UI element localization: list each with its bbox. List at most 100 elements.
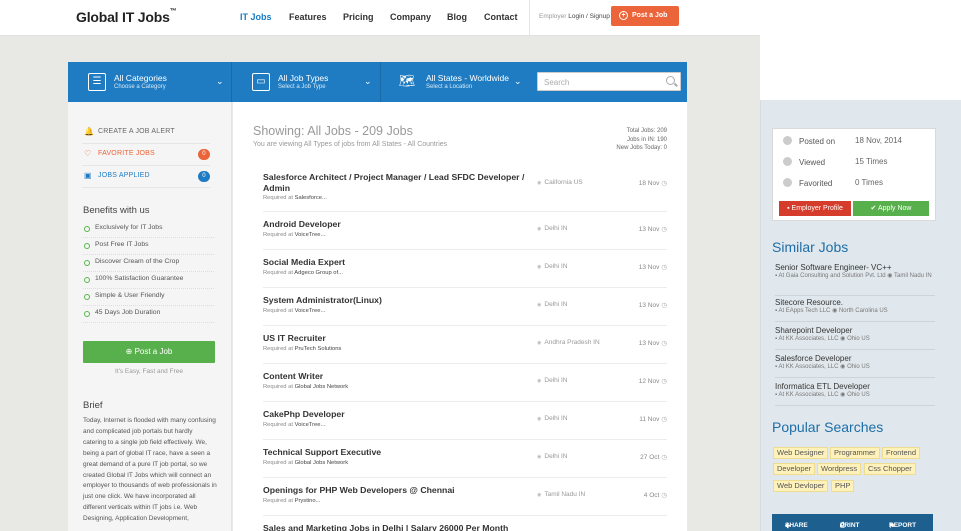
similar-job-item[interactable]: Informatica ETL Developer ▪ At KK Associ…	[775, 382, 935, 406]
company-name[interactable]: Global Jobs Network	[295, 460, 348, 466]
posted-on-label: Posted on	[799, 137, 836, 146]
benefit-item: 100% Satisfaction Guarantee	[83, 272, 214, 289]
similar-job-item[interactable]: Salesforce Developer ▪ At KK Associates,…	[775, 354, 935, 378]
similar-job-meta: ▪ At EApps Tech LLC ◉ North Carolina US	[775, 308, 935, 316]
job-date: 12 Nov	[639, 377, 667, 385]
benefit-item: 45 Days Job Duration	[83, 306, 214, 323]
heart-icon	[783, 178, 792, 187]
company-name[interactable]: Adgeco Group of...	[294, 270, 343, 276]
favorited-value: 0 Times	[855, 178, 884, 187]
showing-count: All Jobs - 209 Jobs	[307, 124, 413, 138]
search-tag[interactable]: PHP	[831, 480, 855, 492]
job-title[interactable]: Content Writer	[263, 371, 533, 382]
search-input[interactable]: Search	[537, 72, 681, 91]
similar-job-company: At Gaia Consulting and Solution Pvt. Ltd	[778, 273, 886, 279]
job-row[interactable]: Sales and Marketing Jobs in Delhi | Sala…	[263, 523, 667, 531]
required-prefix: Required at	[263, 270, 293, 276]
job-location: California US	[537, 179, 582, 186]
job-title[interactable]: Openings for PHP Web Developers @ Chenna…	[263, 485, 533, 496]
company-name[interactable]: PruTech Solutions	[295, 346, 342, 352]
chevron-down-icon: ⌄	[364, 76, 372, 86]
company-name[interactable]: Salesforce...	[295, 195, 327, 201]
posted-on-value: 18 Nov, 2014	[855, 136, 902, 145]
employer-profile-button[interactable]: ▪ Employer Profile	[779, 201, 851, 216]
similar-job-title[interactable]: Informatica ETL Developer	[775, 382, 935, 391]
favorite-count-badge: 0	[198, 149, 210, 160]
job-row[interactable]: US IT Recruiter Required at PruTech Solu…	[263, 333, 667, 364]
job-date: 13 Nov	[639, 301, 667, 309]
job-title[interactable]: Sales and Marketing Jobs in Delhi | Sala…	[263, 523, 563, 531]
job-title[interactable]: US IT Recruiter	[263, 333, 533, 344]
location-filter[interactable]: 🗺 All States - Worldwide Select a Locati…	[381, 62, 530, 102]
job-type-filter[interactable]: ▭ All Job Types Select a Job Type ⌄	[232, 62, 381, 102]
bell-icon: 🔔	[84, 127, 95, 136]
benefits-heading: Benefits with us	[83, 205, 150, 216]
similar-job-item[interactable]: Senior Software Engineer- VC++ ▪ At Gaia…	[775, 263, 935, 296]
briefcase-icon: ▭	[252, 73, 270, 91]
similar-job-title[interactable]: Sharepoint Developer	[775, 326, 935, 335]
popular-searches-heading: Popular Searches	[772, 419, 884, 435]
category-filter[interactable]: ☰ All Categories Choose a Category ⌄	[68, 62, 232, 102]
similar-job-location: Tamil Nadu IN	[894, 273, 932, 279]
company-name[interactable]: VoiceTree...	[295, 308, 326, 314]
nav-blog[interactable]: Blog	[447, 12, 467, 22]
search-tag[interactable]: Developer	[773, 463, 816, 475]
create-job-alert-link[interactable]: 🔔 CREATE A JOB ALERT	[82, 122, 210, 144]
posted-on-row: Posted on 18 Nov, 2014	[783, 136, 902, 146]
job-title[interactable]: Social Media Expert	[263, 257, 533, 268]
job-title[interactable]: CakePhp Developer	[263, 409, 533, 420]
search-icon[interactable]	[666, 76, 675, 85]
job-row[interactable]: System Administrator(Linux) Required at …	[263, 295, 667, 326]
similar-job-title[interactable]: Sitecore Resource.	[775, 298, 935, 307]
job-row[interactable]: Salesforce Architect / Project Manager /…	[263, 172, 667, 212]
share-bar: ✚ SHARE ⎙ PRINT ⚑ REPORT	[772, 514, 933, 531]
header-post-job-button[interactable]: + Post a Job	[611, 6, 679, 26]
pin-icon: ◉	[832, 308, 839, 314]
benefit-item: Discover Cream of the Crop	[83, 255, 214, 272]
nav-pricing[interactable]: Pricing	[343, 12, 374, 22]
job-title[interactable]: Salesforce Architect / Project Manager /…	[263, 172, 533, 194]
logo-trademark: ™	[169, 8, 177, 16]
similar-job-item[interactable]: Sharepoint Developer ▪ At KK Associates,…	[775, 326, 935, 350]
top-header: Global IT Jobs™ IT Jobs Features Pricing…	[0, 0, 760, 36]
job-title[interactable]: Technical Support Executive	[263, 447, 533, 458]
company-name[interactable]: VoiceTree...	[295, 422, 326, 428]
similar-job-title[interactable]: Salesforce Developer	[775, 354, 935, 363]
job-company: Required at VoiceTree...	[263, 422, 325, 428]
sidebar-post-job-button[interactable]: ⊕ Post a Job	[83, 341, 215, 363]
jobs-applied-link[interactable]: ▣ JOBS APPLIED 0	[82, 166, 210, 188]
search-tag[interactable]: Web Devloper	[773, 480, 829, 492]
login-signup-link[interactable]: Login / Signup	[568, 13, 610, 20]
search-tag[interactable]: Frontend	[882, 447, 921, 459]
apply-now-button[interactable]: ✔ Apply Now	[853, 201, 929, 216]
company-name[interactable]: VoiceTree...	[295, 232, 326, 238]
company-name[interactable]: Global Jobs Network	[295, 384, 348, 390]
listing-heading: Showing: All Jobs - 209 Jobs	[253, 124, 413, 138]
job-title[interactable]: Android Developer	[263, 219, 533, 230]
job-row[interactable]: Technical Support Executive Required at …	[263, 447, 667, 478]
job-row[interactable]: Social Media Expert Required at Adgeco G…	[263, 257, 667, 288]
nav-features[interactable]: Features	[289, 12, 327, 22]
job-row[interactable]: CakePhp Developer Required at VoiceTree.…	[263, 409, 667, 440]
job-row[interactable]: Android Developer Required at VoiceTree.…	[263, 219, 667, 250]
nav-it-jobs[interactable]: IT Jobs	[240, 12, 272, 22]
job-date: 11 Nov	[639, 415, 667, 423]
similar-job-item[interactable]: Sitecore Resource. ▪ At EApps Tech LLC ◉…	[775, 298, 935, 322]
similar-job-title[interactable]: Senior Software Engineer- VC++	[775, 263, 935, 272]
site-logo[interactable]: Global IT Jobs™	[76, 8, 177, 25]
company-name[interactable]: Prystino...	[295, 498, 321, 504]
nav-contact[interactable]: Contact	[484, 12, 518, 22]
job-type-filter-title: All Job Types	[278, 73, 329, 83]
job-row[interactable]: Openings for PHP Web Developers @ Chenna…	[263, 485, 667, 516]
search-tag[interactable]: Web Designer	[773, 447, 829, 459]
nav-company[interactable]: Company	[390, 12, 431, 22]
favorite-jobs-link[interactable]: ♡ FAVORITE JOBS 0	[82, 144, 210, 166]
job-row[interactable]: Content Writer Required at Global Jobs N…	[263, 371, 667, 402]
required-prefix: Required at	[263, 346, 293, 352]
job-title[interactable]: System Administrator(Linux)	[263, 295, 533, 306]
job-date: 13 Nov	[639, 339, 667, 347]
search-tag[interactable]: Programmer	[830, 447, 880, 459]
search-tag[interactable]: Wordpress	[817, 463, 862, 475]
search-tag[interactable]: Css Chopper	[864, 463, 916, 475]
similar-job-meta: ▪ At Gaia Consulting and Solution Pvt. L…	[775, 273, 935, 281]
